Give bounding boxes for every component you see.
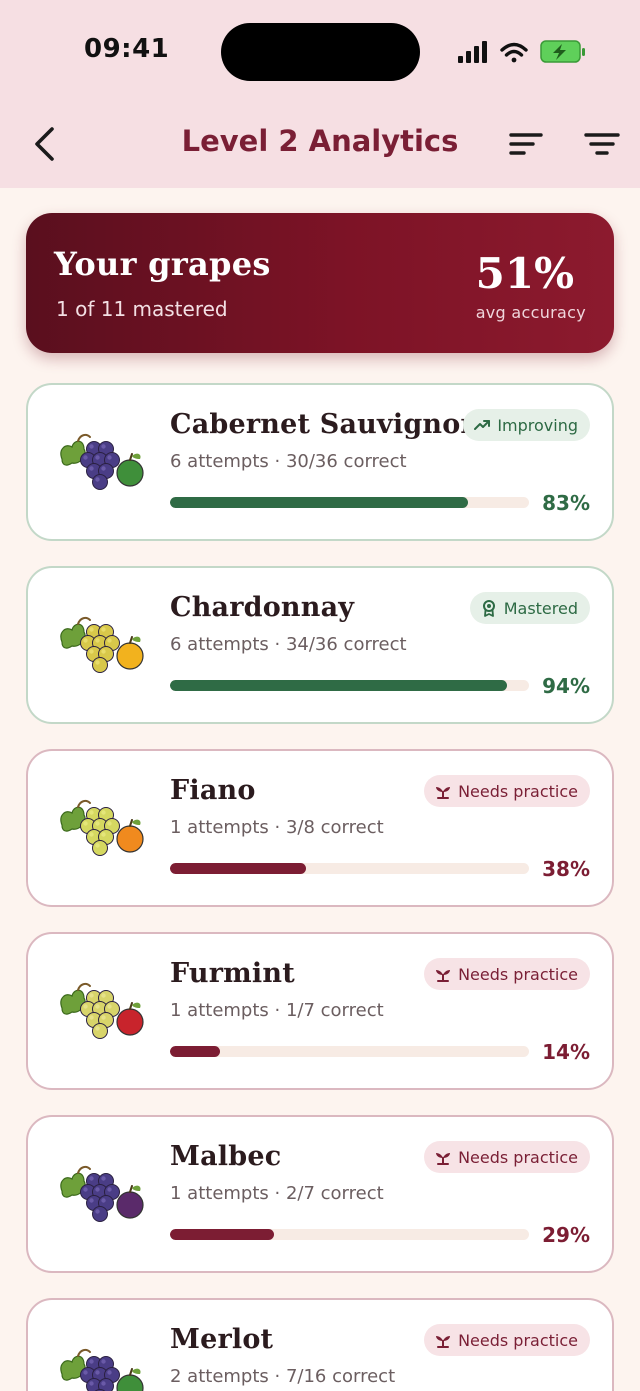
status-badge-label: Needs practice [458,781,578,801]
grape-name: Merlot [170,1324,274,1355]
grape-name: Furmint [170,958,295,989]
accuracy-bar-fill [170,680,507,691]
accuracy-bar-fill [170,863,306,874]
grape-bunch-icon [60,982,144,1039]
grape-name: Cabernet Sauvignon [170,409,481,440]
mastered-count: 1 of 11 mastered [56,297,228,321]
status-time: 09:41 [84,34,170,64]
grape-name: Fiano [170,775,256,806]
page-title: Level 2 Analytics [181,124,459,158]
status-badge: Needs practice [424,1141,590,1173]
grape-bunch-icon [60,1348,144,1391]
avg-accuracy-label: avg accuracy [475,303,586,322]
trending-up-icon [473,416,491,434]
signal-icon [458,41,487,63]
status-badge: Improving [463,409,590,441]
avg-accuracy-value: 51% [475,249,574,298]
grape-bunch-icon [60,616,144,673]
filter-icon[interactable] [582,126,622,162]
grape-card[interactable]: Chardonnay 6 attempts · 34/36 correct Mast… [26,566,614,724]
status-badge-label: Needs practice [458,1147,578,1167]
status-badge: Needs practice [424,958,590,990]
grape-card[interactable]: Fiano 1 attempts · 3/8 correct Needs pract… [26,749,614,907]
accuracy-bar [170,1229,529,1240]
attempts-summary: 2 attempts · 7/16 correct [170,1366,396,1387]
attempts-summary: 6 attempts · 34/36 correct [170,634,407,655]
accuracy-bar [170,497,529,508]
accuracy-percent: 29% [542,1223,590,1247]
battery-icon [540,40,585,63]
accuracy-percent: 38% [542,857,590,881]
grape-bunch-icon [60,1165,144,1222]
status-badge-label: Improving [497,415,578,435]
accuracy-bar [170,1046,529,1057]
top-bar: 09:41 Level 2 Analytics [0,0,640,188]
grape-card[interactable]: Cabernet Sauvignon 6 attempts · 30/36 cor… [26,383,614,541]
sprout-icon [434,965,452,983]
status-icons [458,40,585,63]
grape-card[interactable]: Malbec 1 attempts · 2/7 correct Needs prac… [26,1115,614,1273]
grape-card[interactable]: Furmint 1 attempts · 1/7 correct Needs pra… [26,932,614,1090]
status-badge-label: Needs practice [458,964,578,984]
award-icon [480,599,498,617]
sprout-icon [434,782,452,800]
accuracy-percent: 83% [542,491,590,515]
accuracy-percent: 14% [542,1040,590,1064]
status-badge-label: Needs practice [458,1330,578,1350]
summary-title: Your grapes [54,245,271,283]
sort-icon[interactable] [506,126,546,162]
status-badge: Needs practice [424,1324,590,1356]
accuracy-bar-fill [170,497,468,508]
status-badge: Mastered [469,592,590,624]
accuracy-percent: 94% [542,674,590,698]
wifi-icon [500,42,528,63]
attempts-summary: 1 attempts · 2/7 correct [170,1183,384,1204]
grape-bunch-icon [60,799,144,856]
grape-card[interactable]: Merlot 2 attempts · 7/16 correct Needs pra… [26,1298,614,1391]
sprout-icon [434,1148,452,1166]
back-chevron-icon[interactable] [28,124,64,164]
accuracy-bar [170,863,529,874]
sprout-icon [434,1331,452,1349]
grape-name: Malbec [170,1141,282,1172]
accuracy-bar-fill [170,1046,220,1057]
status-badge-label: Mastered [503,598,578,618]
accuracy-bar [170,680,529,691]
summary-card: Your grapes 1 of 11 mastered 51% avg acc… [26,213,614,353]
status-badge: Needs practice [424,775,590,807]
attempts-summary: 1 attempts · 1/7 correct [170,1000,384,1021]
grape-name: Chardonnay [170,592,355,623]
accuracy-bar-fill [170,1229,274,1240]
attempts-summary: 1 attempts · 3/8 correct [170,817,384,838]
grape-bunch-icon [60,433,144,490]
dynamic-island [221,23,420,81]
attempts-summary: 6 attempts · 30/36 correct [170,451,407,472]
